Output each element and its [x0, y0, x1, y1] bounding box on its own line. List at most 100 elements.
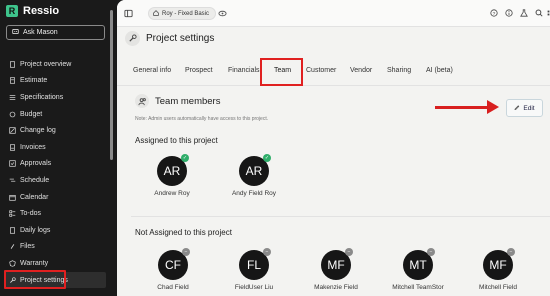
avatar-initials: AR [163, 164, 181, 178]
unassigned-member-card[interactable]: FL − FieldUser Liu [219, 248, 289, 291]
ask-mason-button[interactable]: Ask Mason [6, 25, 105, 40]
tab-vendor[interactable]: Vendor [350, 67, 372, 74]
sidebar-item-files[interactable]: Files [0, 239, 112, 256]
app-logo[interactable]: R Ressio [6, 5, 59, 17]
calendar-icon [9, 194, 16, 201]
minus-icon: − [507, 248, 515, 256]
sidebar-item-label: Approvals [20, 160, 52, 168]
avatar: MF − [483, 248, 515, 280]
sidebar-item-schedule[interactable]: Schedule [0, 172, 112, 189]
sidebar-item-estimate[interactable]: Estimate [0, 73, 112, 90]
unassigned-member-card[interactable]: MF − Mitchell Field [463, 248, 533, 291]
admin-note: Note: Admin users automatically have acc… [135, 116, 269, 122]
sidebar-item-label: Invoices [20, 143, 46, 151]
logo-icon: R [6, 5, 18, 17]
sidebar-item-change-log[interactable]: Change log [0, 122, 112, 139]
annotation-arrow-head [487, 100, 499, 114]
annotation-highlight-box [260, 58, 303, 86]
minus-icon: − [345, 248, 353, 256]
page-header: Project settings [125, 31, 214, 46]
avatar: AR ✓ [157, 154, 189, 186]
member-name: Mitchell TeamStor [392, 284, 444, 291]
unassigned-member-card[interactable]: MT − Mitchell TeamStor [383, 248, 453, 291]
avatar-initials: MT [409, 258, 427, 272]
tab-customer[interactable]: Customer [306, 67, 336, 74]
sidebar-item-project-overview[interactable]: Project overview [0, 56, 112, 73]
team-members-header: Team members [135, 94, 220, 108]
edit-label: Edit [523, 104, 535, 112]
minus-icon: − [182, 248, 190, 256]
assigned-title: Assigned to this project [135, 136, 218, 145]
eye-icon[interactable] [217, 8, 227, 18]
assigned-member-card[interactable]: AR ✓ Andy Field Roy [219, 154, 289, 197]
assigned-member-card[interactable]: AR ✓ Andrew Roy [137, 154, 207, 197]
tab-sharing[interactable]: Sharing [387, 67, 411, 74]
member-name: Andrew Roy [154, 190, 190, 197]
avatar: MT − [403, 248, 435, 280]
wrench-icon [125, 31, 140, 46]
sidebar-item-calendar[interactable]: Calendar [0, 189, 112, 206]
avatar-initials: MF [489, 258, 507, 272]
avatar-initials: AR [245, 164, 263, 178]
grid-icon[interactable] [545, 8, 550, 18]
help-icon[interactable]: ? [489, 8, 499, 18]
sidebar: R Ressio Ask Mason Project overview Esti… [0, 0, 117, 296]
avatar: MF − [321, 248, 353, 280]
top-bar: Roy - Fixed Basic ? [117, 0, 550, 27]
tab-prospect[interactable]: Prospect [185, 67, 213, 74]
settings-tabs: General info Prospect Financials Team Cu… [117, 60, 550, 86]
info-icon[interactable] [504, 8, 514, 18]
budget-icon [9, 111, 16, 118]
check-icon: ✓ [181, 154, 189, 162]
ask-mason-label: Ask Mason [23, 29, 58, 36]
sidebar-item-label: Budget [20, 110, 43, 118]
sidebar-item-invoices[interactable]: Invoices [0, 139, 112, 156]
calculator-icon [9, 77, 16, 85]
home-icon [153, 9, 159, 18]
sidebar-nav: Project overview Estimate Specifications… [0, 56, 112, 289]
sidebar-toggle-icon[interactable] [123, 8, 133, 18]
sidebar-item-specifications[interactable]: Specifications [0, 89, 112, 106]
svg-text:?: ? [493, 11, 496, 17]
change-log-icon [9, 127, 16, 134]
app-name: Ressio [23, 5, 60, 17]
sidebar-item-label: Files [20, 243, 35, 251]
sidebar-item-daily-logs[interactable]: Daily logs [0, 222, 112, 239]
section-divider [131, 216, 550, 217]
section-title: Team members [155, 95, 221, 107]
pencil-icon [514, 104, 520, 112]
unassigned-member-card[interactable]: MF − Makenzie Field [301, 248, 371, 291]
tab-general-info[interactable]: General info [133, 67, 171, 74]
sidebar-item-approvals[interactable]: Approvals [0, 156, 112, 173]
not-assigned-title: Not Assigned to this project [135, 228, 232, 237]
minus-icon: − [427, 248, 435, 256]
people-icon [135, 94, 149, 108]
sidebar-item-to-dos[interactable]: To-dos [0, 205, 112, 222]
avatar: FL − [239, 248, 271, 280]
main-content: Roy - Fixed Basic ? Project settings Gen… [117, 0, 550, 296]
todo-icon [9, 210, 16, 217]
unassigned-member-card[interactable]: CF − Chad Field [138, 248, 208, 291]
sparkle-icon [12, 28, 19, 37]
edit-button[interactable]: Edit [506, 99, 543, 117]
project-chip-label: Roy - Fixed Basic [162, 10, 210, 17]
search-icon[interactable] [534, 8, 544, 18]
avatar: AR ✓ [239, 154, 271, 186]
tab-ai-beta[interactable]: AI (beta) [426, 67, 453, 74]
sidebar-item-budget[interactable]: Budget [0, 106, 112, 123]
avatar-initials: CF [165, 258, 181, 272]
sidebar-item-label: Schedule [20, 176, 50, 184]
sidebar-item-label: Change log [20, 127, 56, 135]
member-name: Chad Field [157, 284, 189, 291]
sidebar-item-label: Project overview [20, 60, 72, 68]
member-name: Mitchell Field [479, 284, 517, 291]
avatar-initials: FL [246, 258, 261, 272]
flask-icon[interactable] [519, 8, 529, 18]
invoice-icon [9, 144, 16, 151]
tab-financials[interactable]: Financials [228, 67, 260, 74]
project-chip[interactable]: Roy - Fixed Basic [148, 7, 217, 20]
member-name: FieldUser Liu [234, 284, 274, 291]
avatar: CF − [158, 248, 190, 280]
document-icon [9, 61, 16, 68]
sidebar-item-label: Daily logs [20, 226, 51, 234]
